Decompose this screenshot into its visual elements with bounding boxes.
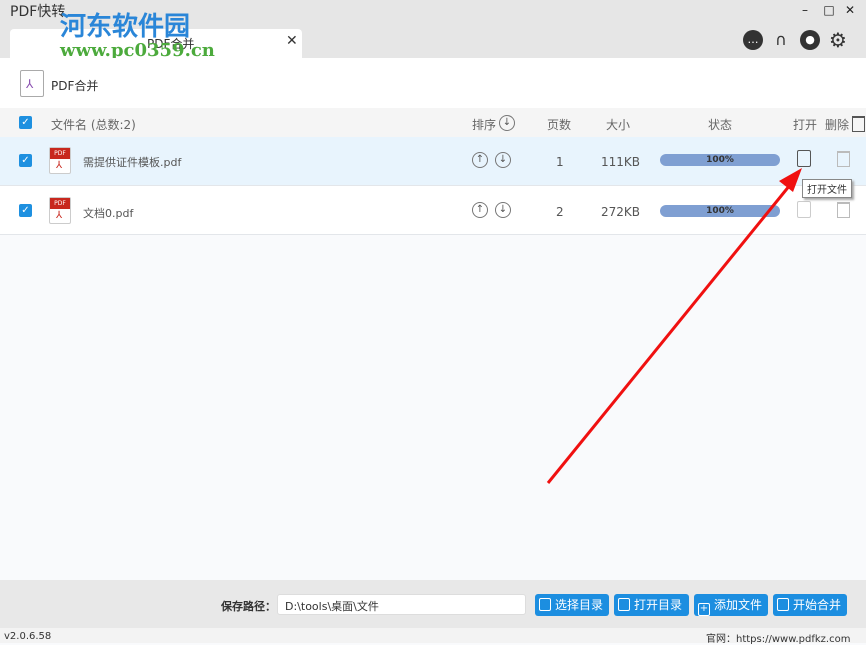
status-bar: v2.0.6.58 官网：https://www.pdfkz.com: [0, 628, 866, 645]
folder-icon: [618, 598, 630, 611]
plus-icon: +: [698, 603, 710, 616]
start-merge-button[interactable]: 开始合并: [773, 594, 847, 616]
save-path-label: 保存路径：: [221, 600, 276, 613]
select-dir-button[interactable]: 选择目录: [535, 594, 609, 616]
button-label: 打开目录: [634, 598, 683, 612]
button-label: 开始合并: [793, 598, 842, 612]
button-label: 选择目录: [555, 598, 604, 612]
save-path-input[interactable]: D:\tools\桌面\文件: [277, 594, 526, 615]
version-text: v2.0.6.58: [4, 631, 52, 642]
open-dir-button[interactable]: 打开目录: [614, 594, 689, 616]
save-icon: [539, 598, 551, 611]
add-file-button[interactable]: + 添加文件: [694, 594, 768, 616]
button-label: 添加文件: [714, 598, 763, 612]
merge-icon: [777, 598, 789, 611]
red-arrow-annotation: [546, 168, 802, 484]
